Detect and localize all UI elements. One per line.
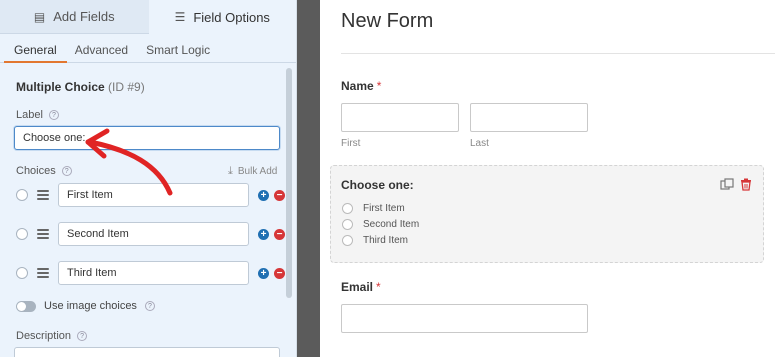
radio-option-label: Third Item xyxy=(363,235,409,246)
help-icon[interactable]: ? xyxy=(144,301,155,311)
sliders-icon: ☰ xyxy=(174,10,186,24)
radio-option-label: Second Item xyxy=(363,219,420,230)
radio-option[interactable]: Third Item xyxy=(342,235,408,246)
required-marker: * xyxy=(376,280,381,294)
choice-row: + − xyxy=(16,222,286,246)
label-heading: Label ? xyxy=(16,109,59,121)
default-choice-radio[interactable] xyxy=(16,267,28,279)
choice-input[interactable] xyxy=(58,261,249,285)
remove-choice-icon[interactable]: − xyxy=(274,228,285,240)
radio-option[interactable]: First Item xyxy=(342,203,405,214)
drag-handle-icon[interactable] xyxy=(37,268,49,278)
image-choices-toggle-row: Use image choices ? xyxy=(16,300,155,312)
choice-field-label: Choose one: xyxy=(341,178,414,192)
bulk-add-label: Bulk Add xyxy=(237,166,278,177)
description-heading: Description ? xyxy=(16,330,88,342)
subtab-smart-logic[interactable]: Smart Logic xyxy=(146,34,210,63)
add-choice-icon[interactable]: + xyxy=(258,267,269,279)
field-option-subtabs: General Advanced Smart Logic xyxy=(0,34,296,63)
trash-icon[interactable] xyxy=(740,178,752,191)
field-type-title: Multiple Choice (ID #9) xyxy=(16,80,145,94)
choices-heading: Choices ? xyxy=(16,165,72,177)
choices-heading-text: Choices xyxy=(16,165,56,177)
email-field-label[interactable]: Email * xyxy=(341,280,381,294)
panel-scrollbar[interactable] xyxy=(286,68,292,298)
tab-field-options-label: Field Options xyxy=(193,9,270,25)
subtab-general[interactable]: General xyxy=(4,34,67,63)
email-label-text: Email xyxy=(341,280,374,294)
form-preview: New Form Name * First Last Choose one: Fi… xyxy=(320,0,775,357)
first-sublabel: First xyxy=(341,138,361,149)
label-heading-text: Label xyxy=(16,109,43,121)
choice-row: + − xyxy=(16,183,286,207)
field-id: (ID #9) xyxy=(108,80,145,94)
tab-field-options[interactable]: ☰ Field Options xyxy=(148,0,296,34)
help-icon[interactable]: ? xyxy=(48,110,59,120)
first-name-input[interactable] xyxy=(341,103,459,132)
last-name-input[interactable] xyxy=(470,103,588,132)
form-title: New Form xyxy=(341,10,434,32)
label-input[interactable] xyxy=(14,126,280,150)
drag-handle-icon[interactable] xyxy=(37,229,49,239)
default-choice-radio[interactable] xyxy=(16,189,28,201)
panel-divider xyxy=(297,0,320,357)
email-input[interactable] xyxy=(341,304,588,333)
tab-add-fields-label: Add Fields xyxy=(53,9,115,24)
help-icon[interactable]: ? xyxy=(77,331,88,341)
image-choices-toggle[interactable] xyxy=(16,300,36,312)
download-icon: ⤓ xyxy=(228,165,233,177)
radio-button[interactable] xyxy=(342,235,353,246)
radio-option-label: First Item xyxy=(363,203,405,214)
description-textarea[interactable] xyxy=(14,347,280,357)
bulk-add-button[interactable]: ⤓ Bulk Add xyxy=(228,165,277,178)
list-icon: ▤ xyxy=(33,9,46,24)
image-choices-label: Use image choices xyxy=(44,300,137,312)
description-heading-text: Description xyxy=(16,330,72,342)
default-choice-radio[interactable] xyxy=(16,228,28,240)
subtab-advanced[interactable]: Advanced xyxy=(75,34,128,63)
remove-choice-icon[interactable]: − xyxy=(274,267,285,279)
field-options-panel: ▤ Add Fields ☰ Field Options General Adv… xyxy=(0,0,297,357)
panel-tabs: ▤ Add Fields ☰ Field Options xyxy=(0,0,296,34)
radio-button[interactable] xyxy=(342,203,353,214)
radio-option[interactable]: Second Item xyxy=(342,219,419,230)
tab-add-fields[interactable]: ▤ Add Fields xyxy=(0,0,149,34)
field-type-name: Multiple Choice xyxy=(16,80,105,94)
required-marker: * xyxy=(376,79,382,93)
add-choice-icon[interactable]: + xyxy=(258,228,269,240)
drag-handle-icon[interactable] xyxy=(37,190,49,200)
remove-choice-icon[interactable]: − xyxy=(274,189,285,201)
choice-input[interactable] xyxy=(58,222,249,246)
title-divider xyxy=(341,53,775,54)
help-icon[interactable]: ? xyxy=(61,166,72,176)
duplicate-icon[interactable] xyxy=(720,178,734,190)
name-field-label[interactable]: Name * xyxy=(341,79,381,93)
choice-input[interactable] xyxy=(58,183,249,207)
add-choice-icon[interactable]: + xyxy=(258,189,269,201)
last-sublabel: Last xyxy=(470,138,489,149)
choice-row: + − xyxy=(16,261,286,285)
radio-button[interactable] xyxy=(342,219,353,230)
name-label-text: Name xyxy=(341,79,374,93)
